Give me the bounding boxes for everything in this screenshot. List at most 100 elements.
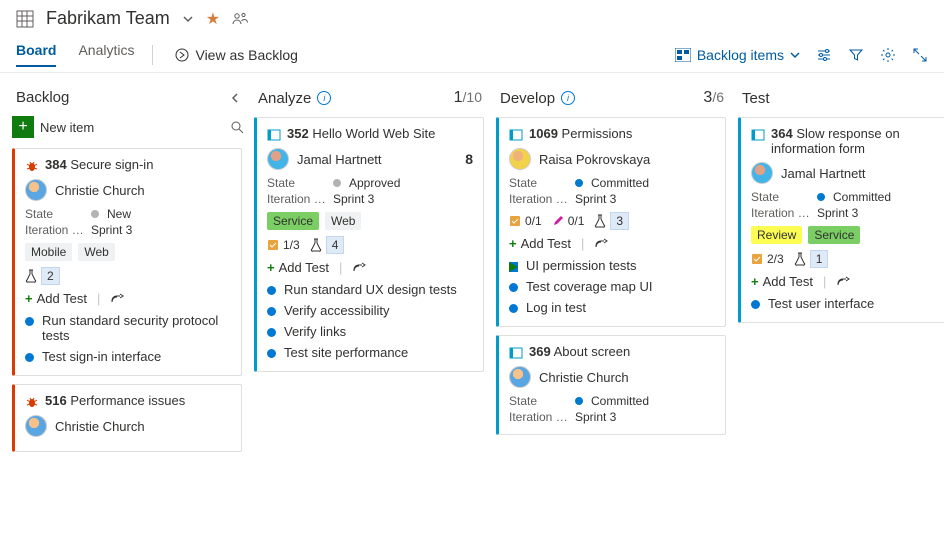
card-369[interactable]: 369 About screen Christie Church StateCo… <box>496 335 726 435</box>
add-test-button[interactable]: +Add Test <box>751 274 813 289</box>
assignee: Christie Church <box>55 183 145 198</box>
open-link-icon[interactable] <box>594 238 608 250</box>
chevron-down-icon[interactable] <box>182 13 194 25</box>
test-item[interactable]: Test site performance <box>267 342 473 363</box>
effort: 8 <box>465 151 473 167</box>
state-value: Committed <box>591 176 649 190</box>
iteration-label: Iteration P... <box>25 223 87 237</box>
card-364[interactable]: 364 Slow response on information form Ja… <box>738 117 944 323</box>
state-value: Committed <box>833 190 891 204</box>
pencil-badge[interactable]: 0/1 <box>552 214 585 228</box>
test-item[interactable]: Test coverage map UI <box>509 276 715 297</box>
add-test-button[interactable]: +Add Test <box>267 260 329 275</box>
test-item[interactable]: Test sign-in interface <box>25 346 231 367</box>
avatar <box>25 179 47 201</box>
test-badge[interactable]: 2 <box>25 267 60 285</box>
tab-board[interactable]: Board <box>16 42 56 67</box>
card-id: 384 <box>45 157 67 172</box>
task-badge[interactable]: 1/3 <box>267 238 300 252</box>
task-badge[interactable]: 0/1 <box>509 214 542 228</box>
gear-icon[interactable] <box>880 47 896 63</box>
team-name[interactable]: Fabrikam Team <box>46 8 170 29</box>
column-title: Analyze <box>258 90 311 107</box>
view-as-backlog[interactable]: View as Backlog <box>175 47 297 63</box>
assignee: Christie Church <box>539 370 629 385</box>
test-item[interactable]: UI permission tests <box>509 255 715 276</box>
add-test-button[interactable]: +Add Test <box>25 291 87 306</box>
open-link-icon[interactable] <box>110 293 124 305</box>
bullet-icon <box>509 283 518 292</box>
avatar <box>751 162 773 184</box>
tag[interactable]: Service <box>808 226 860 244</box>
flask-icon <box>310 238 322 252</box>
test-item[interactable]: Verify accessibility <box>267 300 473 321</box>
test-item[interactable]: Test user interface <box>751 293 944 314</box>
tab-analytics[interactable]: Analytics <box>78 42 134 67</box>
test-item[interactable]: Verify links <box>267 321 473 342</box>
iteration-value: Sprint 3 <box>333 192 374 206</box>
search-icon[interactable] <box>230 120 244 134</box>
fullscreen-icon[interactable] <box>912 47 928 63</box>
pbi-icon <box>751 128 765 142</box>
test-item[interactable]: Run standard UX design tests <box>267 279 473 300</box>
tag[interactable]: Service <box>267 212 319 230</box>
bullet-icon <box>25 353 34 362</box>
tag[interactable]: Web <box>78 243 114 261</box>
avatar <box>25 415 47 437</box>
column-title: Test <box>742 90 770 107</box>
test-item[interactable]: Log in test <box>509 297 715 318</box>
add-test-button[interactable]: +Add Test <box>509 236 571 251</box>
assignee: Jamal Hartnett <box>781 166 866 181</box>
bullet-icon <box>267 328 276 337</box>
new-item-label: New item <box>40 120 94 135</box>
tabs-row: Board Analytics View as Backlog Backlog … <box>0 37 944 73</box>
iteration-value: Sprint 3 <box>91 223 132 237</box>
card-516[interactable]: 516 Performance issues Christie Church <box>12 384 242 452</box>
flask-icon <box>594 214 606 228</box>
backlog-items-dropdown[interactable]: Backlog items <box>675 47 800 63</box>
test-count: 2 <box>41 267 60 285</box>
card-1069[interactable]: 1069 Permissions Raisa Pokrovskaya State… <box>496 117 726 327</box>
test-badge[interactable]: 4 <box>310 236 345 254</box>
assignee: Raisa Pokrovskaya <box>539 152 650 167</box>
play-icon <box>509 262 518 272</box>
card-title: Secure sign-in <box>70 157 153 172</box>
tag[interactable]: Web <box>325 212 361 230</box>
test-badge[interactable]: 3 <box>594 212 629 230</box>
people-icon[interactable] <box>232 11 248 27</box>
card-title: Performance issues <box>70 393 185 408</box>
settings-sliders-icon[interactable] <box>816 47 832 63</box>
state-dot-icon <box>333 179 341 187</box>
test-badge[interactable]: 1 <box>794 250 829 268</box>
new-item-row: + New item <box>12 116 244 138</box>
star-icon[interactable]: ★ <box>206 9 220 29</box>
divider <box>152 45 153 65</box>
card-384[interactable]: 384 Secure sign-in Christie Church State… <box>12 148 242 376</box>
filter-icon[interactable] <box>848 47 864 63</box>
tag[interactable]: Review <box>751 226 802 244</box>
bug-icon <box>25 159 39 173</box>
tabs: Board Analytics <box>16 42 134 67</box>
open-link-icon[interactable] <box>352 262 366 274</box>
collapse-icon[interactable] <box>230 92 240 104</box>
iteration-value: Sprint 3 <box>817 206 858 220</box>
pbi-icon <box>509 128 523 142</box>
open-link-icon[interactable] <box>836 276 850 288</box>
page-header: Fabrikam Team ★ <box>0 0 944 37</box>
new-item-button[interactable]: + New item <box>12 116 94 138</box>
card-352[interactable]: 352 Hello World Web Site Jamal Hartnett … <box>254 117 484 372</box>
state-dot-icon <box>91 210 99 218</box>
plus-icon: + <box>12 116 34 138</box>
info-icon[interactable]: i <box>317 91 331 105</box>
bullet-icon <box>25 317 34 326</box>
column-header: Backlog <box>12 85 244 116</box>
wip-count: 3/6 <box>703 89 724 107</box>
view-as-backlog-label: View as Backlog <box>195 47 297 63</box>
state-dot-icon <box>575 397 583 405</box>
tag[interactable]: Mobile <box>25 243 72 261</box>
task-badge[interactable]: 2/3 <box>751 252 784 266</box>
info-icon[interactable]: i <box>561 91 575 105</box>
assignee: Christie Church <box>55 419 145 434</box>
test-item[interactable]: Run standard security protocol tests <box>25 310 231 346</box>
arrow-right-icon <box>175 48 189 62</box>
